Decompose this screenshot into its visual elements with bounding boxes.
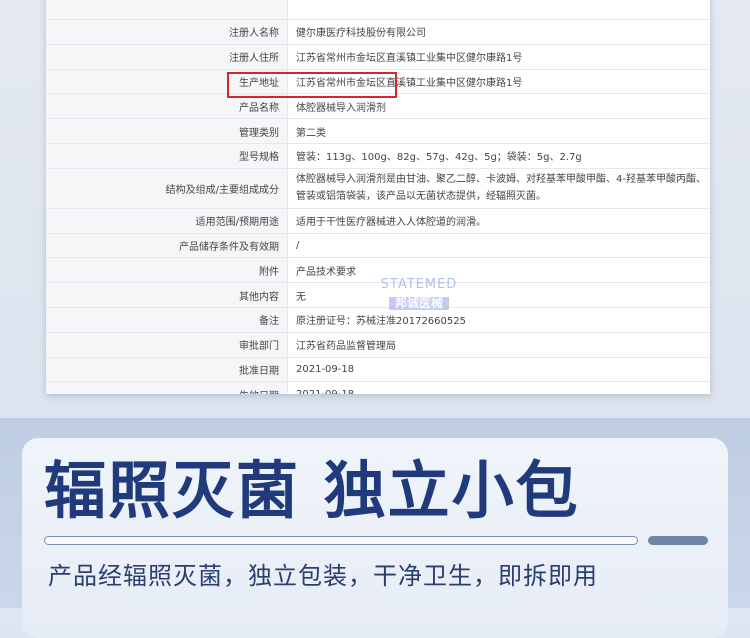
table-row: 型号规格 管装：113g、100g、82g、57g、42g、5g；袋装：5g、2… bbox=[46, 143, 710, 169]
row-value: 管装：113g、100g、82g、57g、42g、5g；袋装：5g、2.7g bbox=[296, 152, 582, 164]
row-label: 审批部门 bbox=[46, 332, 288, 357]
certificate-section: 注册人名称 健尔康医疗科技股份有限公司 注册人住所 江苏省常州市金坛区直溪镇工业… bbox=[0, 0, 750, 418]
table-row: 批准日期 2021-09-18 bbox=[46, 357, 710, 383]
table-row: 产品名称 体腔器械导入润滑剂 bbox=[46, 94, 710, 120]
feature-description: 产品经辐照灭菌，独立包装，干净卫生，即拆即用 bbox=[48, 562, 598, 590]
row-value: 江苏省药品监督管理局 bbox=[296, 341, 396, 353]
feature-title: 辐照灭菌 独立小包 bbox=[44, 454, 580, 527]
row-value: 体腔器械导入润滑剂是由甘油、聚乙二醇、卡波姆、对羟基苯甲酸甲酯、4-羟基苯甲酸丙… bbox=[296, 174, 706, 203]
row-label: 型号规格 bbox=[46, 143, 288, 168]
row-value: 适用于干性医疗器械进入人体腔道的润滑。 bbox=[296, 217, 486, 229]
row-value: 健尔康医疗科技股份有限公司 bbox=[296, 28, 426, 40]
table-row: 管理类别 第二类 bbox=[46, 119, 710, 144]
table-row: 适用范围/预期用途 适用于干性医疗器械进入人体腔道的润滑。 bbox=[46, 208, 710, 234]
table-row: 产品储存条件及有效期 / bbox=[46, 233, 710, 259]
feature-section: 辐照灭菌 独立小包 产品经辐照灭菌，独立包装，干净卫生，即拆即用 bbox=[0, 418, 750, 638]
row-value: 江苏省常州市金坛区直溪镇工业集中区健尔康路1号 bbox=[296, 53, 523, 65]
divider-line bbox=[44, 536, 638, 545]
row-label: 注册人住所 bbox=[46, 44, 288, 69]
watermark: STATEMED 邦诚医械 bbox=[364, 278, 474, 318]
row-label: 管理类别 bbox=[46, 119, 288, 143]
row-value: 无 bbox=[296, 291, 306, 303]
row-value: 2021-09-18 bbox=[288, 382, 710, 394]
registration-certificate-table: 注册人名称 健尔康医疗科技股份有限公司 注册人住所 江苏省常州市金坛区直溪镇工业… bbox=[46, 0, 710, 394]
row-label: 其他内容 bbox=[46, 283, 288, 307]
table-row bbox=[46, 0, 710, 20]
watermark-text-cn: 邦诚医械 bbox=[388, 297, 449, 310]
row-label: 注册人名称 bbox=[46, 20, 288, 44]
row-label: 产品储存条件及有效期 bbox=[46, 233, 288, 258]
table-row: 结构及组成/主要组成成分 体腔器械导入润滑剂是由甘油、聚乙二醇、卡波姆、对羟基苯… bbox=[46, 168, 710, 209]
table-row: 审批部门 江苏省药品监督管理局 bbox=[46, 332, 710, 358]
row-label: 结构及组成/主要组成成分 bbox=[46, 168, 288, 208]
row-value: 原注册证号：苏械注准20172660525 bbox=[296, 316, 466, 328]
divider-accent-bar bbox=[648, 536, 708, 545]
table-row: 生效日期 2021-09-18 bbox=[46, 382, 710, 394]
row-label: 生效日期 bbox=[46, 382, 288, 394]
row-value: 产品技术要求 bbox=[296, 266, 356, 278]
table-row: 注册人名称 健尔康医疗科技股份有限公司 bbox=[46, 20, 710, 45]
row-value: 2021-09-18 bbox=[296, 363, 355, 375]
row-label: 批准日期 bbox=[46, 357, 288, 382]
highlight-box-product-name bbox=[227, 72, 397, 98]
row-label: 备注 bbox=[46, 307, 288, 332]
watermark-text-en: STATEMED bbox=[380, 277, 458, 292]
row-value: 第二类 bbox=[296, 127, 326, 139]
table-row: 注册人住所 江苏省常州市金坛区直溪镇工业集中区健尔康路1号 bbox=[46, 44, 710, 70]
row-value: / bbox=[296, 239, 300, 251]
row-label: 附件 bbox=[46, 258, 288, 283]
feature-card: 辐照灭菌 独立小包 产品经辐照灭菌，独立包装，干净卫生，即拆即用 bbox=[22, 438, 728, 638]
row-label: 适用范围/预期用途 bbox=[46, 208, 288, 233]
